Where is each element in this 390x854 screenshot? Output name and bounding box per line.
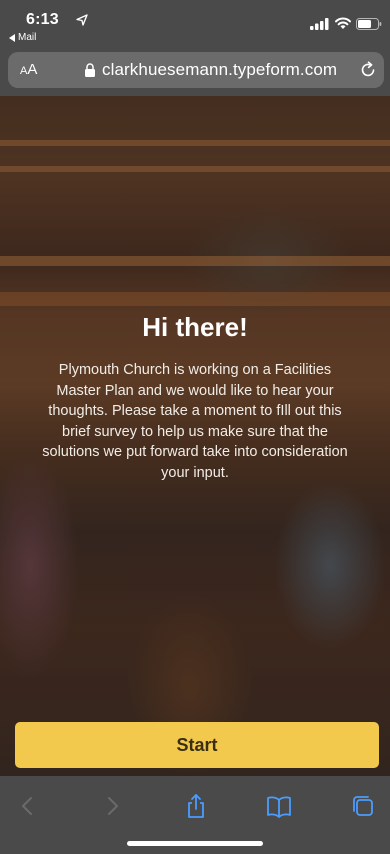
share-icon[interactable] bbox=[183, 793, 209, 819]
background-detail bbox=[0, 140, 390, 146]
bookmarks-icon[interactable] bbox=[266, 793, 292, 819]
battery-icon bbox=[356, 18, 382, 30]
url-text[interactable]: clarkhuesemann.typeform.com bbox=[102, 60, 337, 80]
lock-icon bbox=[85, 63, 95, 77]
tabs-icon[interactable] bbox=[350, 793, 376, 819]
address-bar-container: AA clarkhuesemann.typeform.com bbox=[0, 46, 390, 96]
text-size-button[interactable]: AA bbox=[20, 61, 37, 78]
address-bar[interactable]: AA clarkhuesemann.typeform.com bbox=[8, 52, 384, 88]
cellular-signal-icon bbox=[310, 18, 329, 30]
reload-icon[interactable] bbox=[358, 60, 378, 80]
start-button[interactable]: Start bbox=[15, 722, 379, 768]
forward-icon[interactable] bbox=[99, 793, 125, 819]
background-detail bbox=[0, 256, 390, 266]
welcome-title: Hi there! bbox=[142, 312, 248, 342]
form-welcome-screen: Hi there! Plymouth Church is working on … bbox=[0, 96, 390, 776]
location-arrow-icon bbox=[76, 14, 88, 26]
welcome-description: Plymouth Church is working on a Faciliti… bbox=[42, 362, 348, 481]
back-app-label: Mail bbox=[18, 32, 37, 43]
background-detail bbox=[0, 166, 390, 172]
clock-time: 6:13 bbox=[26, 11, 59, 28]
back-icon[interactable] bbox=[15, 793, 41, 819]
home-indicator[interactable] bbox=[127, 841, 263, 846]
status-bar: 6:13 Mail bbox=[0, 0, 390, 46]
wifi-icon bbox=[335, 17, 351, 29]
back-triangle-icon bbox=[9, 33, 15, 42]
back-to-mail[interactable]: Mail bbox=[9, 32, 36, 43]
background-detail bbox=[0, 292, 390, 306]
text-size-large-a: A bbox=[27, 61, 38, 78]
